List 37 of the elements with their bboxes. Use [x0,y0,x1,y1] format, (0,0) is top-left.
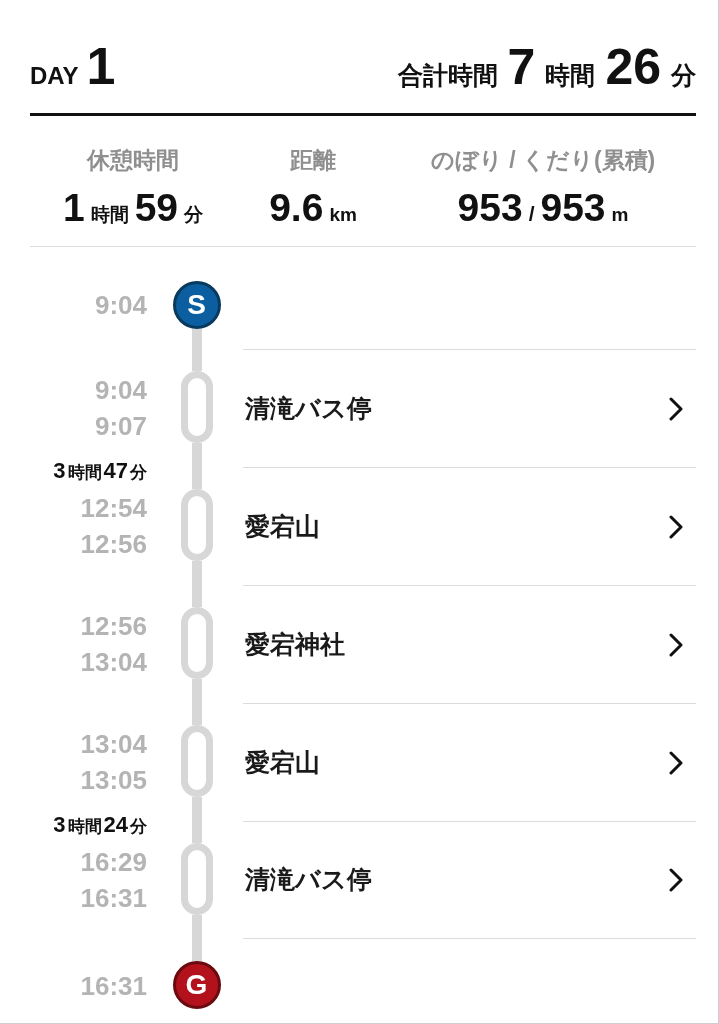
waypoint-icon [180,843,213,915]
chevron-right-icon [668,632,684,657]
arrival-time: 16:29 [80,846,147,879]
stat-label: のぼり / くだり(累積) [430,146,656,174]
waypoint-icon [180,607,213,679]
leg-duration: 3時間24分 [53,813,147,837]
arrival-time: 12:56 [80,610,147,643]
start-marker: S [172,281,221,329]
stop-item[interactable]: 清滝バス停 [243,821,696,939]
departure-time: 16:31 [80,882,147,915]
total-time-label: 合計時間 [397,63,498,88]
waypoint-icon [180,371,213,443]
stat-value: 953/953 m [457,188,629,228]
departure-time: 9:07 [94,410,147,443]
start-time: 9:04 [94,288,147,322]
arrival-time: 9:04 [94,374,147,407]
departure-time: 12:56 [80,528,147,561]
day-number: 1 [86,40,116,92]
waypoint-icon [180,489,213,561]
stat-value: 1 時間 59 分 [62,188,204,228]
chevron-right-icon [668,868,684,892]
leg-duration: 3時間47分 [53,459,147,483]
day-label: DAY [30,64,79,88]
stat-label: 距離 [290,146,336,174]
chevron-right-icon [668,514,684,539]
goal-marker: G [172,961,221,1009]
chevron-right-icon [668,750,684,775]
arrival-time: 12:54 [80,492,147,525]
arrival-time: 13:04 [80,728,147,761]
waypoint-icon [180,725,213,797]
stat-value: 9.6 km [269,188,357,228]
departure-time: 13:04 [80,646,147,679]
stat-label: 休憩時間 [87,146,179,174]
chevron-right-icon [668,396,684,421]
total-time-value: 7 時間 26 分 [507,42,696,92]
goal-time: 16:31 [80,969,147,1003]
departure-time: 13:05 [80,764,147,797]
